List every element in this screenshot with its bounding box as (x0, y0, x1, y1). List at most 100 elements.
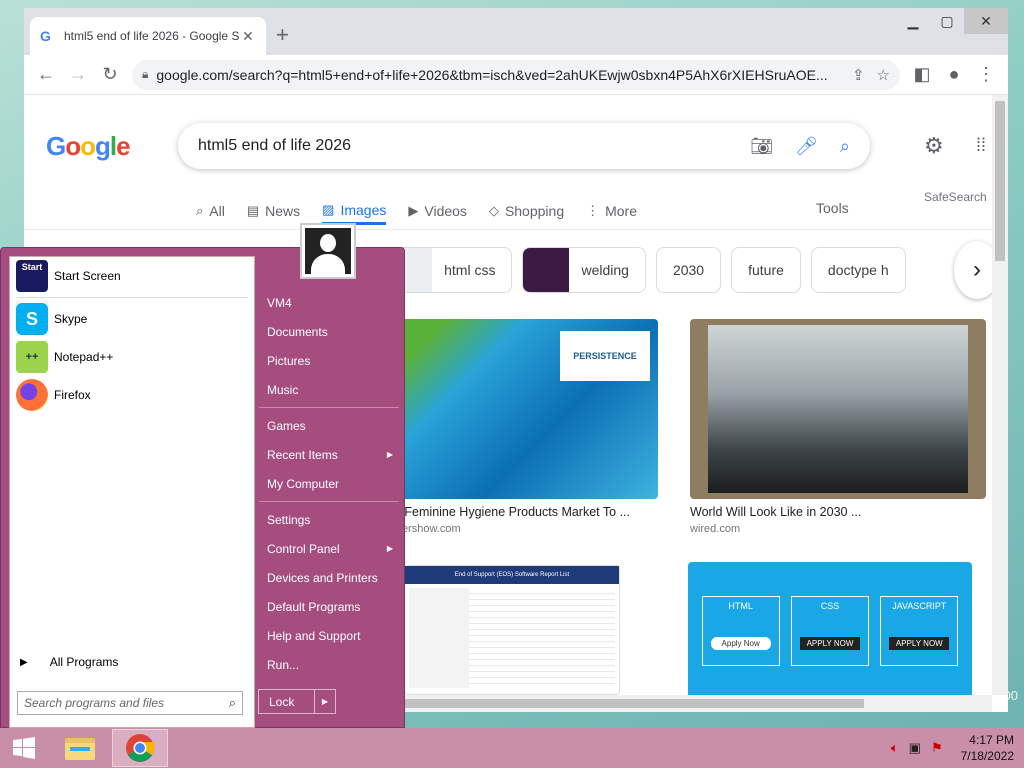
result-source: wired.com (690, 523, 741, 535)
notepadpp-icon: ++ (16, 341, 48, 373)
user-avatar[interactable] (300, 223, 356, 279)
camera-icon[interactable]: 📷︎ (750, 136, 773, 157)
control-panel-item[interactable]: Control Panel ▶ (259, 534, 399, 563)
tools-button[interactable]: Tools (816, 200, 849, 216)
chip-future[interactable]: future (731, 247, 801, 293)
image-result[interactable]: HTML Apply Now CSS APPLY NOW JAVASCRIPT APP… (688, 562, 972, 700)
bookmark-star-icon[interactable]: ☆ (877, 66, 890, 84)
network-icon[interactable]: ▣ (909, 740, 921, 756)
games-item[interactable]: Games (259, 411, 399, 440)
result-caption: e Feminine Hygiene Products Market To ..… (394, 505, 630, 519)
item-label: Skype (54, 312, 88, 326)
music-item[interactable]: Music (259, 375, 399, 404)
lock-icon[interactable]: 🔒︎ (142, 67, 148, 82)
chip-label: doctype h (827, 262, 889, 278)
tab-close-icon[interactable]: ✕ (240, 28, 256, 45)
separator (16, 297, 248, 298)
browser-tab[interactable]: G html5 end of life 2026 - Google S ✕ (30, 17, 266, 55)
chrome-taskbar-button[interactable] (112, 729, 168, 767)
chip-welding[interactable]: welding (522, 247, 646, 293)
forward-button[interactable]: → (62, 59, 94, 91)
tab-news[interactable]: ▤ News (247, 197, 300, 225)
profile-icon[interactable]: ● (938, 59, 970, 91)
scrollbar-thumb[interactable] (995, 101, 1005, 261)
minimize-button[interactable]: ▁ (896, 8, 930, 34)
all-programs-item[interactable]: ▶ All Programs (20, 655, 118, 669)
documents-item[interactable]: Documents (259, 317, 399, 346)
apply-now-button: APPLY NOW (799, 637, 860, 650)
gear-icon[interactable]: ⚙ (924, 133, 944, 159)
image-result[interactable]: PERSISTENCE e Feminine Hygiene Products … (394, 319, 658, 535)
shopping-icon: ◇ (488, 203, 499, 218)
search-input[interactable]: html5 end of life 2026 📷︎ 🎤︎ ⌕ (178, 123, 870, 169)
chip-doctype[interactable]: doctype h (810, 247, 906, 293)
tab-shopping[interactable]: ◇ Shopping (489, 197, 564, 225)
safesearch-button[interactable]: SafeSearch (924, 190, 987, 204)
google-logo[interactable]: Google (46, 131, 131, 162)
separator (259, 407, 399, 408)
run-item[interactable]: Run... (259, 650, 399, 679)
chips-next-button[interactable]: › (954, 241, 992, 299)
image-result[interactable]: End of Support (EOS) Software Report Lis… (404, 565, 620, 695)
lock-label: Lock (259, 690, 315, 713)
start-button[interactable] (0, 728, 48, 768)
tab-videos[interactable]: ▶ Videos (408, 197, 467, 225)
settings-item[interactable]: Settings (259, 505, 399, 534)
tab-all[interactable]: ⌕ All (196, 197, 225, 225)
chip-label: welding (581, 262, 629, 278)
close-window-button[interactable]: ✕ (964, 8, 1008, 34)
html-card: HTML Apply Now (701, 596, 780, 666)
card-title: HTML (728, 601, 753, 611)
item-label: Notepad++ (54, 350, 114, 364)
side-panel-icon[interactable]: ◧ (906, 59, 938, 91)
file-explorer-taskbar-button[interactable] (52, 729, 108, 767)
tab-images[interactable]: ▨ Images (322, 197, 387, 225)
vertical-scrollbar[interactable] (992, 95, 1008, 695)
my-computer-item[interactable]: My Computer (259, 469, 399, 498)
result-thumbnail: End of Support (EOS) Software Report Lis… (404, 565, 620, 695)
logo-letter: G (46, 131, 66, 161)
image-result[interactable]: World Will Look Like in 2030 ... wired.c… (690, 319, 986, 535)
apps-grid-icon[interactable]: ⁞⁞ (976, 135, 986, 156)
videos-icon: ▶ (408, 203, 419, 218)
search-icon[interactable]: ⌕ (840, 136, 850, 157)
reload-button[interactable]: ↻ (94, 59, 126, 91)
pictures-item[interactable]: Pictures (259, 346, 399, 375)
logo-letter: o (65, 131, 81, 161)
misty-mountain-image (708, 325, 968, 493)
start-screen-item[interactable]: Start Start Screen (10, 257, 254, 295)
help-support-item[interactable]: Help and Support (259, 621, 399, 650)
tab-label: News (265, 203, 301, 219)
firefox-item[interactable]: Firefox (10, 376, 254, 414)
clock[interactable]: 4:17 PM 7/18/2022 (961, 732, 1014, 764)
menu-kebab-icon[interactable]: ⋮ (970, 59, 1002, 91)
chip-2030[interactable]: 2030 (655, 247, 722, 293)
address-bar[interactable]: 🔒︎ google.com/search?q=html5+end+of+life… (132, 59, 900, 90)
taskbar: 🔈︎ ▣ ⚑ 4:17 PM 7/18/2022 (0, 728, 1024, 768)
avatar-body (311, 254, 345, 274)
new-tab-button[interactable]: + (276, 22, 289, 48)
lock-options-arrow-icon[interactable]: ▶ (315, 690, 335, 713)
logo-letter: g (95, 131, 111, 161)
lock-button[interactable]: Lock ▶ (258, 689, 336, 714)
programs-search-input[interactable]: Search programs and files ⌕ (17, 691, 243, 715)
apply-now-button: APPLY NOW (889, 637, 950, 650)
notepadpp-item[interactable]: ++ Notepad++ (10, 338, 254, 376)
skype-item[interactable]: S Skype (10, 300, 254, 338)
maximize-button[interactable]: ▢ (930, 8, 964, 34)
search-icon[interactable]: ⌕ (229, 695, 236, 711)
share-icon[interactable]: ⇪ (852, 66, 865, 84)
default-programs-item[interactable]: Default Programs (259, 592, 399, 621)
tab-label: Images (340, 201, 387, 218)
microphone-icon[interactable]: 🎤︎ (795, 136, 818, 157)
tab-label: All (209, 203, 225, 219)
recent-items-item[interactable]: Recent Items ▶ (259, 440, 399, 469)
system-tray: 🔈︎ ▣ ⚑ 4:17 PM 7/18/2022 (881, 728, 1014, 768)
devices-printers-item[interactable]: Devices and Printers (259, 563, 399, 592)
vm4-item[interactable]: VM4 (259, 288, 399, 317)
tab-more[interactable]: ⋮ More (586, 197, 637, 225)
back-button[interactable]: ← (30, 59, 62, 91)
action-center-icon[interactable]: ⚑ (931, 740, 943, 756)
volume-muted-icon[interactable]: 🔈︎ (891, 740, 899, 756)
tab-label: Videos (424, 203, 467, 219)
